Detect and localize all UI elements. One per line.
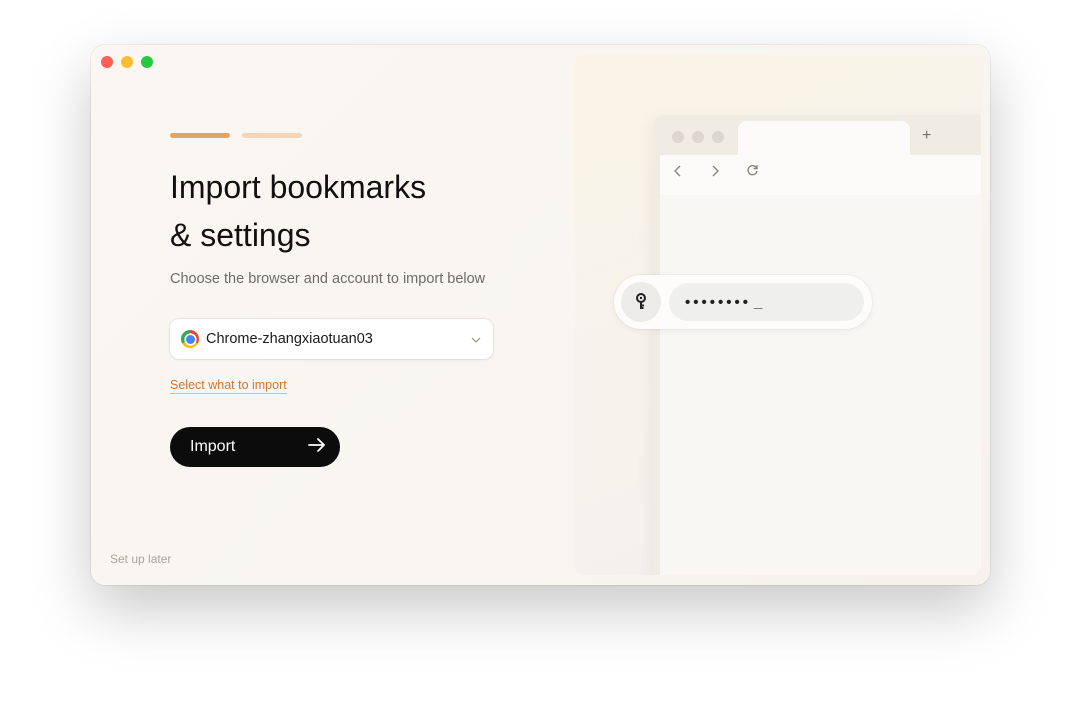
arrow-right-icon — [308, 437, 326, 457]
page-subtitle: Choose the browser and account to import… — [170, 271, 486, 287]
chrome-icon — [181, 330, 199, 348]
page-title: Import bookmarks & settings — [170, 163, 530, 259]
password-card: •••••••• _ — [614, 275, 872, 329]
window-controls — [101, 56, 153, 68]
password-mask: •••••••• — [685, 293, 752, 311]
forward-icon — [711, 164, 719, 181]
browser-account-value: Chrome-zhangxiaotuan03 — [206, 331, 373, 347]
step-1-indicator — [170, 133, 230, 138]
mock-browser-window: + — [654, 115, 981, 575]
reload-icon — [746, 164, 759, 181]
minimize-window-button[interactable] — [121, 56, 133, 68]
mock-browser-tab — [738, 121, 910, 157]
key-icon — [621, 282, 661, 322]
mock-window-dots — [672, 131, 724, 143]
plus-icon: + — [922, 127, 932, 144]
title-line-2: & settings — [170, 217, 311, 253]
mock-toolbar — [660, 155, 981, 195]
close-window-button[interactable] — [101, 56, 113, 68]
browser-account-select[interactable]: Chrome-zhangxiaotuan03 — [170, 319, 493, 359]
chevron-down-icon — [471, 332, 481, 346]
import-button-label: Import — [190, 438, 236, 455]
illustration-panel: + •••••••• _ — [574, 55, 981, 575]
maximize-window-button[interactable] — [141, 56, 153, 68]
step-2-indicator — [242, 133, 302, 138]
import-window: Import bookmarks & settings Choose the b… — [91, 45, 990, 585]
step-progress — [170, 133, 302, 138]
mock-page-content — [660, 195, 981, 575]
set-up-later-link[interactable]: Set up later — [110, 552, 171, 566]
import-button[interactable]: Import — [170, 427, 340, 467]
text-cursor: _ — [754, 293, 763, 311]
select-what-to-import-link[interactable]: Select what to import — [170, 378, 287, 394]
password-field: •••••••• _ — [669, 283, 864, 321]
back-icon — [674, 164, 682, 181]
title-line-1: Import bookmarks — [170, 169, 427, 205]
